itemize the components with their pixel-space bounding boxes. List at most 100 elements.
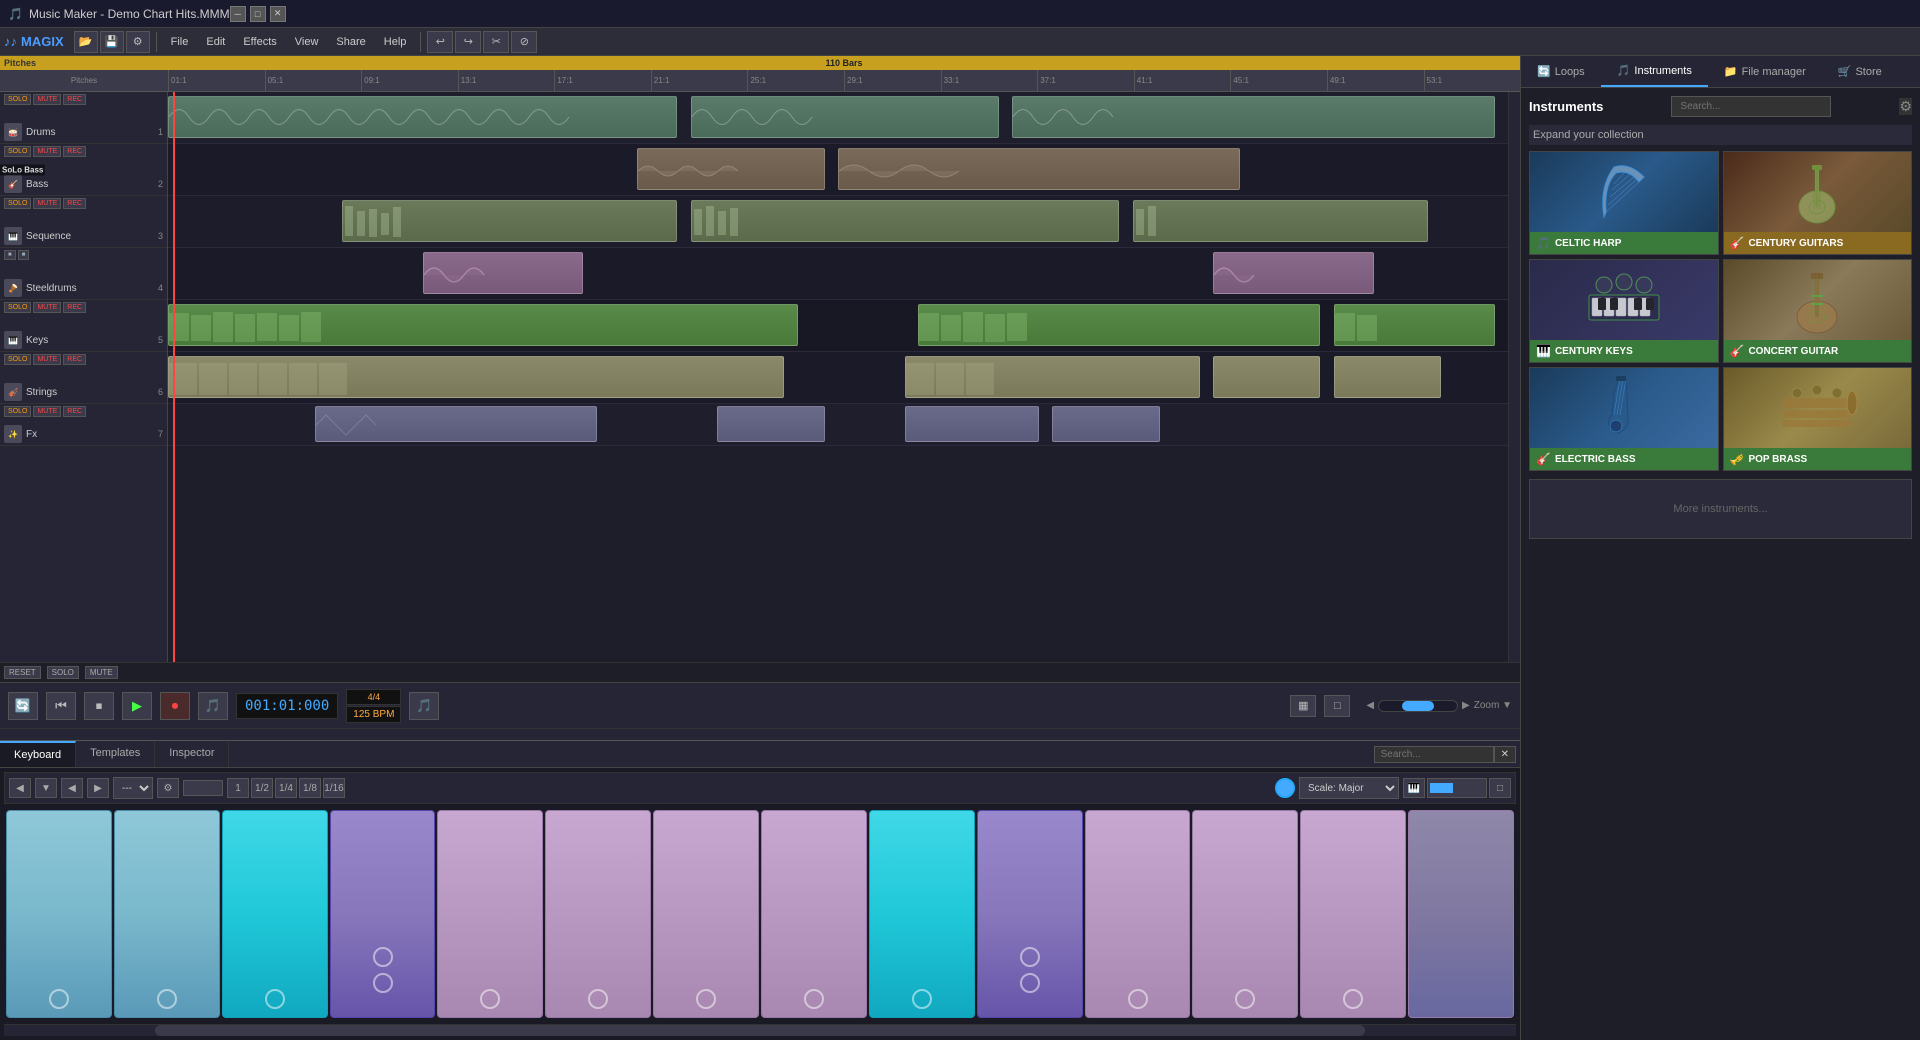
bass-rec-btn[interactable]: REC (63, 146, 86, 157)
rewind-button[interactable]: ⏮ (46, 692, 76, 720)
tab-file-manager[interactable]: 📁 File manager (1708, 56, 1822, 87)
global-mute-btn[interactable]: MUTE (85, 666, 118, 679)
view-toggle[interactable]: □ (1324, 695, 1350, 717)
settings-button[interactable]: ⚙ (126, 31, 150, 53)
piano-key-7[interactable] (653, 810, 759, 1018)
strings-solo-btn[interactable]: SOLO (4, 354, 31, 365)
keys-solo-btn[interactable]: SOLO (4, 302, 31, 313)
piano-key-9[interactable] (869, 810, 975, 1018)
piano-key-2[interactable] (114, 810, 220, 1018)
instrument-card-celtic-harp[interactable]: 🎵 CELTIC HARP (1529, 151, 1719, 255)
strings-block-4[interactable] (1334, 356, 1441, 398)
tab-templates[interactable]: Templates (76, 741, 155, 767)
cut-button[interactable]: ✂ (483, 31, 509, 53)
minimize-button[interactable]: ─ (230, 6, 246, 22)
metronome-button[interactable]: 🎵 (198, 692, 228, 720)
track-row-drums[interactable] (168, 92, 1508, 144)
bass-solo-btn[interactable]: SOLO (4, 146, 31, 157)
tab-keyboard[interactable]: Keyboard (0, 741, 76, 767)
strings-block-2[interactable] (905, 356, 1200, 398)
kb-piano-view[interactable]: 🎹 (1403, 778, 1425, 798)
tab-instruments[interactable]: 🎵 Instruments (1601, 56, 1708, 87)
kb-volume-slider[interactable] (1427, 778, 1487, 798)
strings-mute-btn[interactable]: MUTE (33, 354, 61, 365)
seq-solo-btn[interactable]: SOLO (4, 198, 31, 209)
play-button[interactable]: ▶ (122, 692, 152, 720)
tab-inspector[interactable]: Inspector (155, 741, 229, 767)
kb-scale-select[interactable]: Scale: Major (1299, 777, 1399, 799)
track-row-fx[interactable] (168, 404, 1508, 446)
instrument-card-pop-brass[interactable]: 🎺 POP BRASS (1723, 367, 1913, 471)
steel-block-1[interactable] (423, 252, 584, 294)
piano-key-13[interactable] (1300, 810, 1406, 1018)
seq-rec-btn[interactable]: REC (63, 198, 86, 209)
drums-rec-btn[interactable]: REC (63, 94, 86, 105)
piano-key-8[interactable] (761, 810, 867, 1018)
fx-block-1[interactable] (315, 406, 596, 442)
tab-store[interactable]: 🛒 Store (1822, 56, 1898, 87)
drums-block-3[interactable] (1012, 96, 1494, 138)
reset-button[interactable]: RESET (4, 666, 41, 679)
keys-rec-btn[interactable]: REC (63, 302, 86, 313)
drums-block-2[interactable] (691, 96, 999, 138)
instrument-card-electric-bass[interactable]: 🎸 ELECTRIC BASS (1529, 367, 1719, 471)
keys-block-2[interactable] (918, 304, 1320, 346)
instrument-card-century-guitars[interactable]: 🎸 CENTURY GUITARS (1723, 151, 1913, 255)
drums-block-1[interactable] (168, 96, 677, 138)
piano-key-11[interactable] (1085, 810, 1191, 1018)
maximize-button[interactable]: □ (250, 6, 266, 22)
fx-block-3[interactable] (905, 406, 1039, 442)
save-button[interactable]: 💾 (100, 31, 124, 53)
kb-style-select[interactable]: --- (113, 777, 153, 799)
seq-block-3[interactable] (1133, 200, 1428, 242)
vertical-scrollbar[interactable] (1508, 92, 1520, 662)
kb-settings[interactable]: ⚙ (157, 778, 179, 798)
strings-block-3[interactable] (1213, 356, 1320, 398)
keys-mute-btn[interactable]: MUTE (33, 302, 61, 313)
kb-next[interactable]: ▶ (87, 778, 109, 798)
steel-ctrl1[interactable]: ■ (4, 250, 16, 260)
drums-mute-btn[interactable]: MUTE (33, 94, 61, 105)
piano-key-12[interactable] (1192, 810, 1298, 1018)
menu-file[interactable]: File (163, 34, 197, 50)
track-row-keys[interactable] (168, 300, 1508, 352)
piano-key-4[interactable] (330, 810, 436, 1018)
steel-block-2[interactable] (1213, 252, 1374, 294)
undo-button[interactable]: ↩ (427, 31, 453, 53)
instrument-card-century-keys[interactable]: 🎹 CENTURY KEYS (1529, 259, 1719, 363)
bass-block-2[interactable] (838, 148, 1240, 190)
stop-cut-button[interactable]: ⊘ (511, 31, 537, 53)
keys-block-3[interactable] (1334, 304, 1495, 346)
piano-key-1[interactable] (6, 810, 112, 1018)
track-row-sequence[interactable] (168, 196, 1508, 248)
menu-view[interactable]: View (287, 34, 327, 50)
drums-solo-btn[interactable]: SOLO (4, 94, 31, 105)
kb-prev[interactable]: ◀ (61, 778, 83, 798)
piano-key-3[interactable] (222, 810, 328, 1018)
fx-mute-btn[interactable]: MUTE (33, 406, 61, 417)
bottom-search-input[interactable] (1374, 746, 1494, 763)
instruments-search[interactable] (1671, 96, 1831, 117)
menu-edit[interactable]: Edit (198, 34, 233, 50)
piano-hscroll[interactable] (4, 1024, 1516, 1036)
kb-prev-octave[interactable]: ◀ (9, 778, 31, 798)
steel-ctrl2[interactable]: ■ (18, 250, 30, 260)
instruments-settings[interactable]: ⚙ (1899, 98, 1912, 115)
record-button[interactable]: ⏺ (160, 692, 190, 720)
mixer-button[interactable]: ▦ (1290, 695, 1316, 717)
track-row-strings[interactable] (168, 352, 1508, 404)
horizontal-scrollbar[interactable] (0, 728, 1520, 740)
kb-down[interactable]: ▼ (35, 778, 57, 798)
global-solo-btn[interactable]: SOLO (47, 666, 79, 679)
instrument-card-concert-guitar[interactable]: 🎸 CONCERT GUITAR (1723, 259, 1913, 363)
track-content[interactable] (168, 92, 1508, 662)
tuner-button[interactable]: 🎵 (409, 692, 439, 720)
open-button[interactable]: 📂 (74, 31, 98, 53)
tab-loops[interactable]: 🔄 Loops (1521, 56, 1601, 87)
piano-key-10[interactable] (977, 810, 1083, 1018)
strings-rec-btn[interactable]: REC (63, 354, 86, 365)
track-row-bass[interactable] (168, 144, 1508, 196)
kb-extra[interactable]: □ (1489, 778, 1511, 798)
menu-effects[interactable]: Effects (235, 34, 284, 50)
loop-button[interactable]: 🔄 (8, 692, 38, 720)
